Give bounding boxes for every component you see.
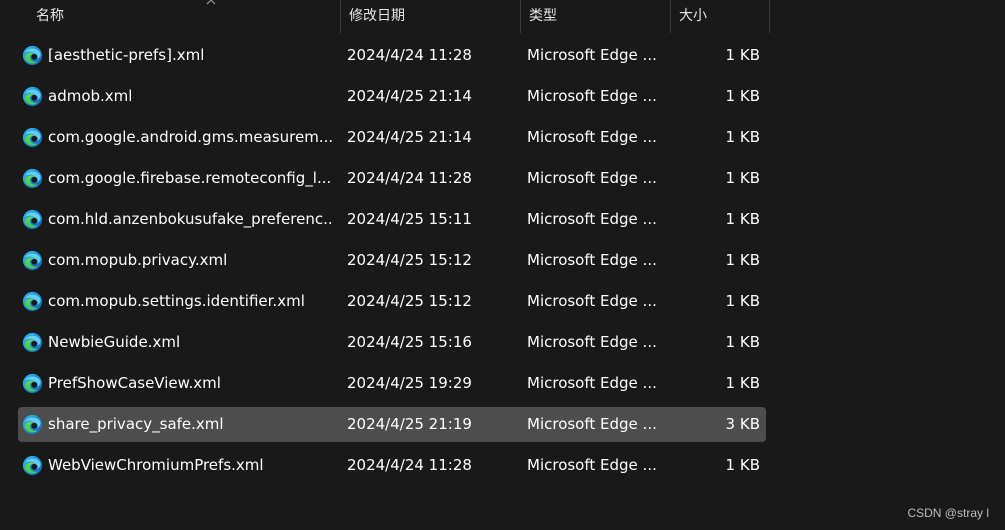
edge-icon — [22, 373, 43, 394]
file-name: NewbieGuide.xml — [48, 333, 181, 351]
file-list: [aesthetic-prefs].xml 2024/4/24 11:28 Mi… — [18, 38, 766, 489]
file-row[interactable]: PrefShowCaseView.xml 2024/4/25 19:29 Mic… — [18, 366, 766, 401]
file-name: com.google.firebase.remoteconfig_l... — [48, 169, 332, 187]
file-type: Microsoft Edge ... — [527, 46, 657, 64]
file-size: 1 KB — [725, 210, 760, 228]
edge-icon — [22, 332, 43, 353]
file-date: 2024/4/25 21:14 — [347, 87, 472, 105]
edge-icon — [22, 127, 43, 148]
file-size: 1 KB — [725, 46, 760, 64]
file-type: Microsoft Edge ... — [527, 292, 657, 310]
file-row[interactable]: WebViewChromiumPrefs.xml 2024/4/24 11:28… — [18, 448, 766, 483]
file-type: Microsoft Edge ... — [527, 456, 657, 474]
file-date: 2024/4/25 21:14 — [347, 128, 472, 146]
file-row[interactable]: com.google.android.gms.measurem... 2024/… — [18, 120, 766, 155]
file-type: Microsoft Edge ... — [527, 87, 657, 105]
file-name: com.hld.anzenbokusufake_preferenc... — [48, 210, 333, 228]
file-type: Microsoft Edge ... — [527, 210, 657, 228]
edge-icon — [22, 291, 43, 312]
file-row[interactable]: com.hld.anzenbokusufake_preferenc... 202… — [18, 202, 766, 237]
file-type: Microsoft Edge ... — [527, 169, 657, 187]
column-header-type[interactable]: 类型 — [520, 0, 670, 33]
file-type: Microsoft Edge ... — [527, 128, 657, 146]
edge-icon — [22, 45, 43, 66]
edge-icon — [22, 250, 43, 271]
file-name: PrefShowCaseView.xml — [48, 374, 221, 392]
column-header-type-label: 类型 — [529, 8, 557, 24]
file-name: com.mopub.privacy.xml — [48, 251, 228, 269]
sort-ascending-icon — [206, 0, 216, 5]
file-size: 1 KB — [725, 374, 760, 392]
file-name: share_privacy_safe.xml — [48, 415, 224, 433]
file-size: 1 KB — [725, 292, 760, 310]
file-size: 1 KB — [725, 128, 760, 146]
edge-icon — [22, 168, 43, 189]
file-name: [aesthetic-prefs].xml — [48, 46, 205, 64]
file-date: 2024/4/25 19:29 — [347, 374, 472, 392]
file-date: 2024/4/25 15:11 — [347, 210, 472, 228]
file-name: com.google.android.gms.measurem... — [48, 128, 333, 146]
file-date: 2024/4/24 11:28 — [347, 46, 472, 64]
edge-icon — [22, 86, 43, 107]
file-size: 1 KB — [725, 169, 760, 187]
file-row[interactable]: com.mopub.settings.identifier.xml 2024/4… — [18, 284, 766, 319]
column-header-name[interactable]: 名称 — [28, 0, 340, 33]
file-row[interactable]: [aesthetic-prefs].xml 2024/4/24 11:28 Mi… — [18, 38, 766, 73]
file-size: 1 KB — [725, 87, 760, 105]
file-name: WebViewChromiumPrefs.xml — [48, 456, 264, 474]
column-header-name-label: 名称 — [36, 8, 64, 24]
file-size: 3 KB — [725, 415, 760, 433]
file-type: Microsoft Edge ... — [527, 333, 657, 351]
watermark: CSDN @stray l — [907, 506, 989, 520]
file-date: 2024/4/25 15:16 — [347, 333, 472, 351]
file-size: 1 KB — [725, 251, 760, 269]
file-name: admob.xml — [48, 87, 133, 105]
file-row[interactable]: share_privacy_safe.xml 2024/4/25 21:19 M… — [18, 407, 766, 442]
file-date: 2024/4/25 21:19 — [347, 415, 472, 433]
column-header-date-label: 修改日期 — [349, 8, 405, 24]
file-size: 1 KB — [725, 456, 760, 474]
column-header-date[interactable]: 修改日期 — [340, 0, 520, 33]
column-header-size-label: 大小 — [679, 8, 707, 24]
edge-icon — [22, 209, 43, 230]
column-header-bar: 名称 修改日期 类型 大小 — [0, 0, 770, 33]
file-date: 2024/4/24 11:28 — [347, 456, 472, 474]
file-date: 2024/4/24 11:28 — [347, 169, 472, 187]
file-type: Microsoft Edge ... — [527, 374, 657, 392]
file-explorer: 名称 修改日期 类型 大小 [aesthetic-prefs].xml 2024… — [0, 0, 1005, 530]
file-row[interactable]: com.google.firebase.remoteconfig_l... 20… — [18, 161, 766, 196]
file-row[interactable]: admob.xml 2024/4/25 21:14 Microsoft Edge… — [18, 79, 766, 114]
edge-icon — [22, 455, 43, 476]
file-size: 1 KB — [725, 333, 760, 351]
file-type: Microsoft Edge ... — [527, 415, 657, 433]
edge-icon — [22, 414, 43, 435]
column-header-size[interactable]: 大小 — [670, 0, 770, 33]
file-type: Microsoft Edge ... — [527, 251, 657, 269]
file-name: com.mopub.settings.identifier.xml — [48, 292, 305, 310]
file-date: 2024/4/25 15:12 — [347, 292, 472, 310]
file-row[interactable]: com.mopub.privacy.xml 2024/4/25 15:12 Mi… — [18, 243, 766, 278]
file-date: 2024/4/25 15:12 — [347, 251, 472, 269]
file-row[interactable]: NewbieGuide.xml 2024/4/25 15:16 Microsof… — [18, 325, 766, 360]
